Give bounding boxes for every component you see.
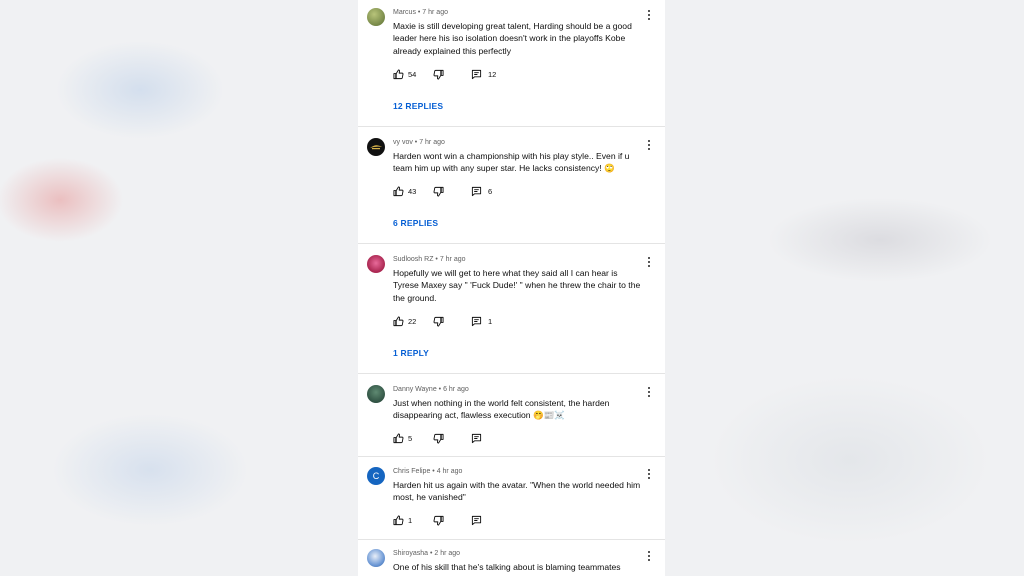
comment: Sudloosh RZ • 7 hr ago Hopefully we will… bbox=[358, 244, 665, 374]
comment-text: One of his skill that he's talking about… bbox=[393, 562, 621, 572]
like-button[interactable]: 1 bbox=[393, 514, 412, 526]
comment-meta: Marcus • 7 hr ago bbox=[393, 9, 448, 16]
comment: Shiroyasha • 2 hr ago One of his skill t… bbox=[358, 540, 665, 576]
comment-text: Just when nothing in the world felt cons… bbox=[393, 398, 610, 421]
view-replies-button[interactable]: 6 REPLIES bbox=[393, 218, 438, 228]
comment-actions: 5 bbox=[393, 432, 593, 444]
comment-time[interactable]: 7 hr ago bbox=[440, 256, 466, 263]
comments-panel: Marcus • 7 hr ago Maxie is still develop… bbox=[358, 0, 665, 576]
comment-time[interactable]: 7 hr ago bbox=[419, 139, 445, 146]
reply-count: 1 bbox=[488, 316, 493, 326]
comment-author[interactable]: Marcus bbox=[393, 9, 416, 16]
comment-time[interactable]: 2 hr ago bbox=[434, 550, 460, 557]
like-button[interactable]: 43 bbox=[393, 185, 416, 197]
comment-text: Harden hit us again with the avatar. "Wh… bbox=[393, 480, 641, 503]
reply-count: 12 bbox=[488, 69, 497, 79]
thumbs-down-icon bbox=[433, 186, 444, 197]
comment-author[interactable]: Sudloosh RZ bbox=[393, 256, 433, 263]
comment-icon bbox=[471, 316, 482, 326]
like-button[interactable]: 5 bbox=[393, 432, 412, 444]
comment-time[interactable]: 7 hr ago bbox=[422, 9, 448, 16]
comment-author[interactable]: vy vov bbox=[393, 139, 413, 146]
thumbs-down-icon bbox=[433, 316, 444, 327]
thumbs-down-icon bbox=[433, 69, 444, 80]
more-options-icon[interactable] bbox=[646, 387, 652, 399]
avatar[interactable] bbox=[367, 8, 385, 26]
comment-author[interactable]: Shiroyasha bbox=[393, 550, 428, 557]
reply-count: 6 bbox=[488, 186, 493, 196]
comment: C Chris Felipe • 4 hr ago Harden hit us … bbox=[358, 457, 665, 540]
reply-button[interactable] bbox=[471, 432, 482, 444]
like-count: 22 bbox=[408, 316, 417, 326]
thumbs-up-icon bbox=[393, 185, 404, 196]
reply-button[interactable] bbox=[471, 514, 482, 526]
comment-meta: vy vov • 7 hr ago bbox=[393, 139, 445, 146]
like-count: 54 bbox=[408, 69, 417, 79]
comment-author[interactable]: Chris Felipe bbox=[393, 468, 430, 475]
reply-button[interactable]: 6 bbox=[471, 185, 492, 197]
more-options-icon[interactable] bbox=[646, 10, 652, 22]
comment-icon bbox=[471, 186, 482, 196]
thumbs-up-icon bbox=[393, 514, 404, 525]
like-button[interactable]: 54 bbox=[393, 68, 416, 80]
logo-icon bbox=[370, 145, 382, 150]
avatar[interactable] bbox=[367, 255, 385, 273]
comment-actions: 54 12 bbox=[393, 68, 593, 80]
thumbs-up-icon bbox=[393, 432, 404, 443]
like-button[interactable]: 22 bbox=[393, 315, 416, 327]
dislike-button[interactable] bbox=[433, 315, 444, 327]
dislike-button[interactable] bbox=[433, 514, 444, 526]
thumbs-up-icon bbox=[393, 68, 404, 79]
comment-meta: Chris Felipe • 4 hr ago bbox=[393, 468, 463, 475]
dislike-button[interactable] bbox=[433, 432, 444, 444]
comment-author[interactable]: Danny Wayne bbox=[393, 386, 437, 393]
comment-text: Hopefully we will get to here what they … bbox=[393, 268, 641, 303]
avatar[interactable] bbox=[367, 385, 385, 403]
more-options-icon[interactable] bbox=[646, 469, 652, 481]
like-count: 5 bbox=[408, 433, 413, 443]
thumbs-down-icon bbox=[433, 515, 444, 526]
avatar[interactable] bbox=[367, 549, 385, 567]
comment-meta: Sudloosh RZ • 7 hr ago bbox=[393, 256, 466, 263]
thumbs-down-icon bbox=[433, 433, 444, 444]
comment-text: Maxie is still developing great talent, … bbox=[393, 21, 632, 56]
more-options-icon[interactable] bbox=[646, 140, 652, 152]
avatar-letter: C bbox=[372, 471, 380, 481]
comment-icon bbox=[471, 515, 482, 525]
more-options-icon[interactable] bbox=[646, 551, 652, 563]
dislike-button[interactable] bbox=[433, 68, 444, 80]
like-count: 1 bbox=[408, 515, 413, 525]
comment: vy vov • 7 hr ago Harden wont win a cham… bbox=[358, 127, 665, 244]
thumbs-up-icon bbox=[393, 315, 404, 326]
avatar[interactable] bbox=[367, 138, 385, 156]
comment-actions: 22 1 bbox=[393, 315, 593, 327]
comment-actions: 1 bbox=[393, 514, 593, 526]
reply-button[interactable]: 12 bbox=[471, 68, 496, 80]
comment: Danny Wayne • 6 hr ago Just when nothing… bbox=[358, 374, 665, 457]
comment-time[interactable]: 6 hr ago bbox=[443, 386, 469, 393]
dislike-button[interactable] bbox=[433, 185, 444, 197]
comment-meta: Shiroyasha • 2 hr ago bbox=[393, 550, 461, 557]
comment-icon bbox=[471, 433, 482, 443]
comment-actions: 43 6 bbox=[393, 185, 593, 197]
avatar[interactable]: C bbox=[367, 467, 385, 485]
comment-time[interactable]: 4 hr ago bbox=[437, 468, 463, 475]
comment: Marcus • 7 hr ago Maxie is still develop… bbox=[358, 0, 665, 127]
more-options-icon[interactable] bbox=[646, 257, 652, 269]
comment-text: Harden wont win a championship with his … bbox=[393, 151, 630, 174]
like-count: 43 bbox=[408, 186, 417, 196]
reply-button[interactable]: 1 bbox=[471, 315, 492, 327]
comment-icon bbox=[471, 69, 482, 79]
view-replies-button[interactable]: 12 REPLIES bbox=[393, 101, 443, 111]
comment-meta: Danny Wayne • 6 hr ago bbox=[393, 386, 469, 393]
view-replies-button[interactable]: 1 REPLY bbox=[393, 348, 429, 358]
